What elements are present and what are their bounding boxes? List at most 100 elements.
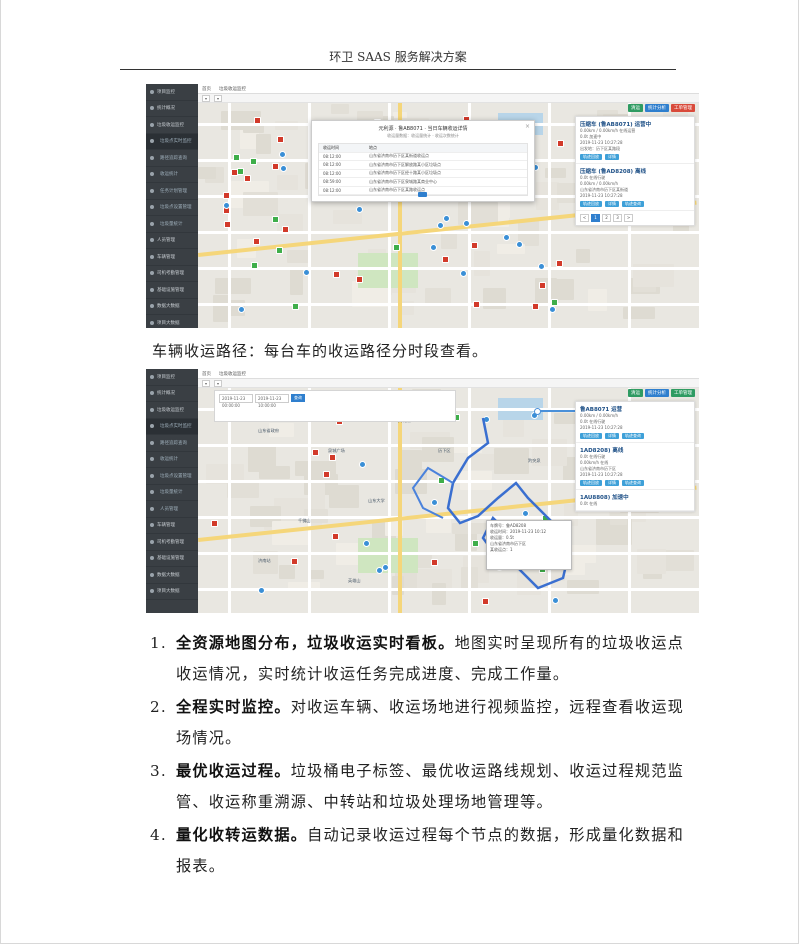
tab-home[interactable]: 首页 [202,86,211,92]
location-pin-icon[interactable] [502,233,510,241]
location-pin-icon[interactable] [470,241,478,249]
sidebar-item[interactable]: 垃圾点实时监控 [146,133,198,150]
sidebar-item[interactable]: 司机考勤管理 [146,534,198,551]
location-pin-icon[interactable] [250,158,258,166]
page-button[interactable]: 3 [613,214,622,222]
tab-collection-monitor[interactable]: 垃圾收运监控 [219,86,246,92]
location-pin-icon[interactable] [355,206,363,214]
sidebar-item[interactable]: 垃圾量统计 [146,485,198,501]
location-pin-icon[interactable] [473,301,481,309]
vehicle-card[interactable]: 压缩车 (鲁AB8071) 运营中 0.00km / 0.00km/h 在线运营 0… [576,117,694,164]
page-button[interactable]: 2 [602,214,611,222]
location-pin-icon[interactable] [224,220,232,228]
location-pin-icon[interactable] [253,117,261,125]
sidebar-item[interactable]: 车辆管理 [146,249,198,266]
stats-button[interactable]: 统计分析 [645,104,669,112]
sidebar-item[interactable]: 统计概况 [146,386,198,402]
modal-confirm-button[interactable] [418,192,427,197]
card-action-button[interactable]: 轨迹回放 [580,433,602,439]
sidebar-item[interactable]: 项目监控 [146,369,198,386]
location-pin-icon[interactable] [232,153,240,161]
location-pin-icon[interactable] [551,298,559,306]
filter-chip[interactable]: ▾ [214,379,223,387]
location-pin-icon[interactable] [556,139,564,147]
sidebar-item[interactable]: 垃圾点设置管理 [146,200,198,216]
location-pin-icon[interactable] [236,168,244,176]
location-pin-icon[interactable] [253,237,261,245]
location-pin-icon[interactable] [531,303,539,311]
location-pin-icon[interactable] [243,175,251,183]
sidebar-item[interactable]: 数据大数据 [146,299,198,315]
filter-chip[interactable]: ▾ [214,94,223,102]
sidebar-item[interactable]: 人员管理 [146,233,198,249]
sidebar-item[interactable]: 垃圾量统计 [146,216,198,233]
card-action-button[interactable]: 轨迹回放 [580,480,602,486]
query-button[interactable]: 查询 [291,394,305,402]
tab-collection-monitor[interactable]: 垃圾收运监控 [219,371,246,377]
filter-chip[interactable]: ▾ [202,379,211,387]
sidebar-item[interactable]: 垃圾点实时监控 [146,418,198,435]
card-action-button[interactable]: 轨迹查询 [622,433,644,439]
location-pin-icon[interactable] [222,192,230,200]
slider-handle[interactable] [534,408,541,415]
clean-button[interactable]: 清运 [628,104,643,112]
location-pin-icon[interactable] [279,151,287,159]
location-pin-icon[interactable] [463,219,471,227]
location-pin-icon[interactable] [556,260,564,268]
card-action-button[interactable]: 详情 [605,433,619,439]
end-time-input[interactable]: 2019-11-23 10:00:00 [255,394,289,408]
sidebar-item[interactable]: 项目大数据 [146,315,198,328]
sidebar-item[interactable]: 人员管理 [146,501,198,518]
location-pin-icon[interactable] [251,262,259,270]
location-pin-icon[interactable] [281,226,289,234]
sidebar-item[interactable]: 司机考勤管理 [146,266,198,282]
location-pin-icon[interactable] [537,262,545,270]
sidebar-item[interactable]: 路径追踪查询 [146,150,198,167]
workorder-button[interactable]: 工单管理 [671,104,695,112]
sidebar-item[interactable]: 路径追踪查询 [146,435,198,452]
sidebar-item[interactable]: 收运统计 [146,167,198,183]
location-pin-icon[interactable] [442,256,450,264]
page-button[interactable]: > [624,214,633,222]
location-pin-icon[interactable] [549,305,557,313]
sidebar-item[interactable]: 垃圾点设置管理 [146,468,198,485]
location-pin-icon[interactable] [538,281,546,289]
location-pin-icon[interactable] [271,216,279,224]
location-pin-icon[interactable] [238,305,246,313]
start-time-input[interactable]: 2019-11-23 00:00:00 [219,394,253,408]
location-pin-icon[interactable] [332,271,340,279]
location-pin-icon[interactable] [272,163,280,171]
sidebar-item[interactable]: 基础设施管理 [146,551,198,567]
card-action-button[interactable]: 详情 [605,201,619,207]
vehicle-card[interactable]: 压缩车 (鲁AD8208) 离线 0.0t 在线行驶 0.00km / 0.00km… [576,164,694,211]
vehicle-card[interactable]: 鲁AB8071 运营 0.00km / 0.00km/h 0.0t 在线行驶 2019… [576,402,694,443]
vehicle-card[interactable]: 1AD8208) 离线 0.0t 在线行驶 0.00km/h 在线 山东省济南市历下区… [576,443,694,490]
card-action-button[interactable]: 轨迹回放 [580,154,602,160]
sidebar-item[interactable]: 数据大数据 [146,567,198,584]
location-pin-icon[interactable] [355,276,363,284]
location-pin-icon[interactable] [429,243,437,251]
page-button[interactable]: < [580,214,589,222]
location-pin-icon[interactable] [303,268,311,276]
stats-button[interactable]: 统计分析 [645,389,669,397]
location-pin-icon[interactable] [392,244,400,252]
sidebar-item[interactable]: 基础设施管理 [146,282,198,299]
card-action-button[interactable]: 轨迹查询 [622,201,644,207]
sidebar-item[interactable]: 项目大数据 [146,584,198,600]
card-action-button[interactable]: 详情 [605,480,619,486]
sidebar-item[interactable]: 收运统计 [146,452,198,468]
location-pin-icon[interactable] [277,136,285,144]
card-action-button[interactable]: 详情 [605,154,619,160]
workorder-button[interactable]: 工单管理 [671,389,695,397]
card-action-button[interactable]: 轨迹回放 [580,201,602,207]
page-button[interactable]: 1 [591,214,600,222]
clean-button[interactable]: 清运 [628,389,643,397]
vehicle-card[interactable]: 1AU8808) 加速中 0.0t 在线 [576,490,694,511]
sidebar-item[interactable]: 垃圾收运监控 [146,117,198,134]
location-pin-icon[interactable] [276,247,284,255]
sidebar-item[interactable]: 任务计划管理 [146,183,198,200]
filter-chip[interactable]: ▾ [202,94,211,102]
location-pin-icon[interactable] [292,303,300,310]
close-icon[interactable]: × [525,123,530,130]
sidebar-item[interactable]: 项目监控 [146,84,198,101]
